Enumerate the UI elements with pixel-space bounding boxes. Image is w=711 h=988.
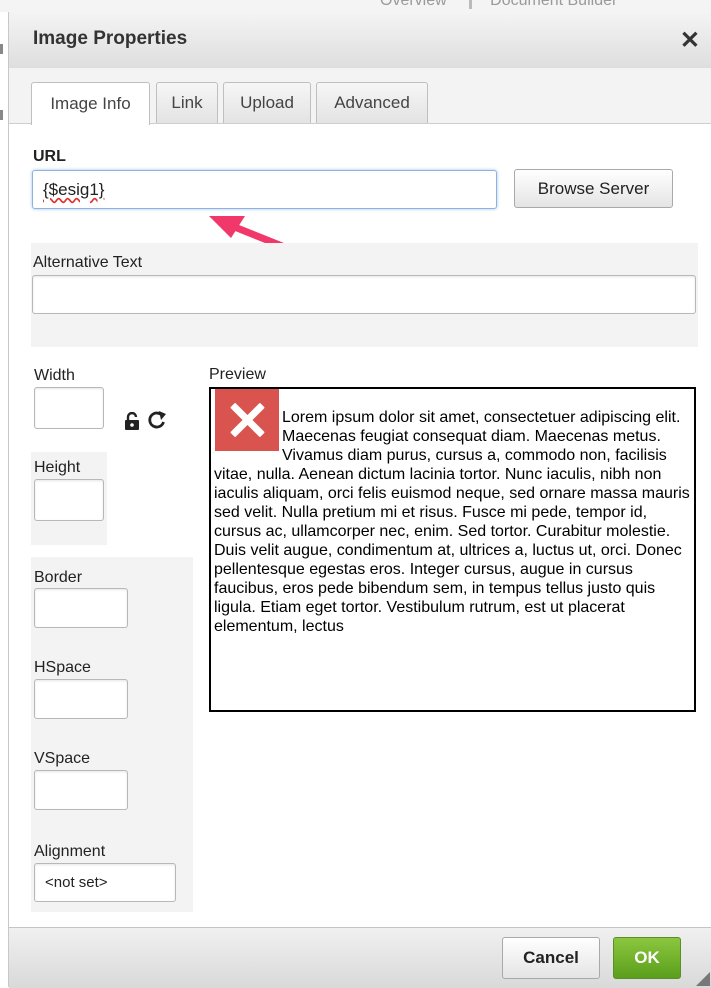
border-input[interactable] bbox=[34, 588, 128, 628]
preview-box: Lorem ipsum dolor sit amet, consectetuer… bbox=[209, 387, 696, 712]
hspace-label: HSpace bbox=[34, 659, 91, 676]
left-edge-mark bbox=[0, 44, 3, 54]
tab-image-info[interactable]: Image Info bbox=[31, 82, 150, 125]
tab-link[interactable]: Link bbox=[156, 82, 218, 123]
vspace-label: VSpace bbox=[34, 750, 91, 767]
alignment-label: Alignment bbox=[34, 843, 106, 860]
dialog-titlebar[interactable]: Image Properties ✕ bbox=[9, 12, 711, 69]
tab-upload[interactable]: Upload bbox=[223, 82, 311, 123]
broken-image-icon bbox=[215, 389, 279, 451]
bg-tab-overview: Overview bbox=[380, 0, 447, 9]
alignment-value: <not set> bbox=[45, 874, 108, 891]
dialog-footer: Cancel OK bbox=[9, 927, 711, 988]
border-label: Border bbox=[34, 569, 83, 586]
height-label: Height bbox=[34, 459, 81, 476]
hspace-input[interactable] bbox=[34, 679, 128, 719]
bg-tab-document-builder: Document Builder bbox=[469, 0, 618, 9]
alt-text-label: Alternative Text bbox=[33, 254, 143, 271]
alignment-select[interactable]: <not set> bbox=[34, 863, 176, 902]
background-app-tabs: Overview Document Builder bbox=[0, 0, 711, 12]
ok-button[interactable]: OK bbox=[613, 937, 681, 979]
dialog-title: Image Properties bbox=[33, 28, 188, 49]
url-value: {$esig1} bbox=[43, 179, 105, 199]
url-label: URL bbox=[33, 148, 66, 165]
height-input[interactable] bbox=[34, 479, 104, 521]
tab-bar: Image Info Link Upload Advanced bbox=[9, 68, 711, 125]
url-input[interactable]: {$esig1} bbox=[32, 170, 497, 209]
vspace-input[interactable] bbox=[34, 770, 128, 810]
width-label: Width bbox=[34, 367, 75, 384]
alt-text-input[interactable] bbox=[32, 275, 696, 314]
left-edge-mark bbox=[0, 110, 3, 120]
tab-advanced[interactable]: Advanced bbox=[316, 82, 428, 123]
browse-server-button[interactable]: Browse Server bbox=[514, 169, 673, 208]
close-icon[interactable]: ✕ bbox=[680, 26, 700, 55]
preview-label: Preview bbox=[209, 366, 266, 383]
preview-text: Lorem ipsum dolor sit amet, consectetuer… bbox=[214, 409, 690, 635]
resize-handle-icon[interactable] bbox=[696, 972, 710, 986]
lock-icon[interactable] bbox=[124, 411, 140, 436]
image-properties-dialog: Image Properties ✕ Image Info Link Uploa… bbox=[8, 12, 711, 988]
reset-size-icon[interactable] bbox=[147, 410, 167, 436]
width-input[interactable] bbox=[34, 387, 104, 429]
cancel-button[interactable]: Cancel bbox=[502, 937, 600, 979]
